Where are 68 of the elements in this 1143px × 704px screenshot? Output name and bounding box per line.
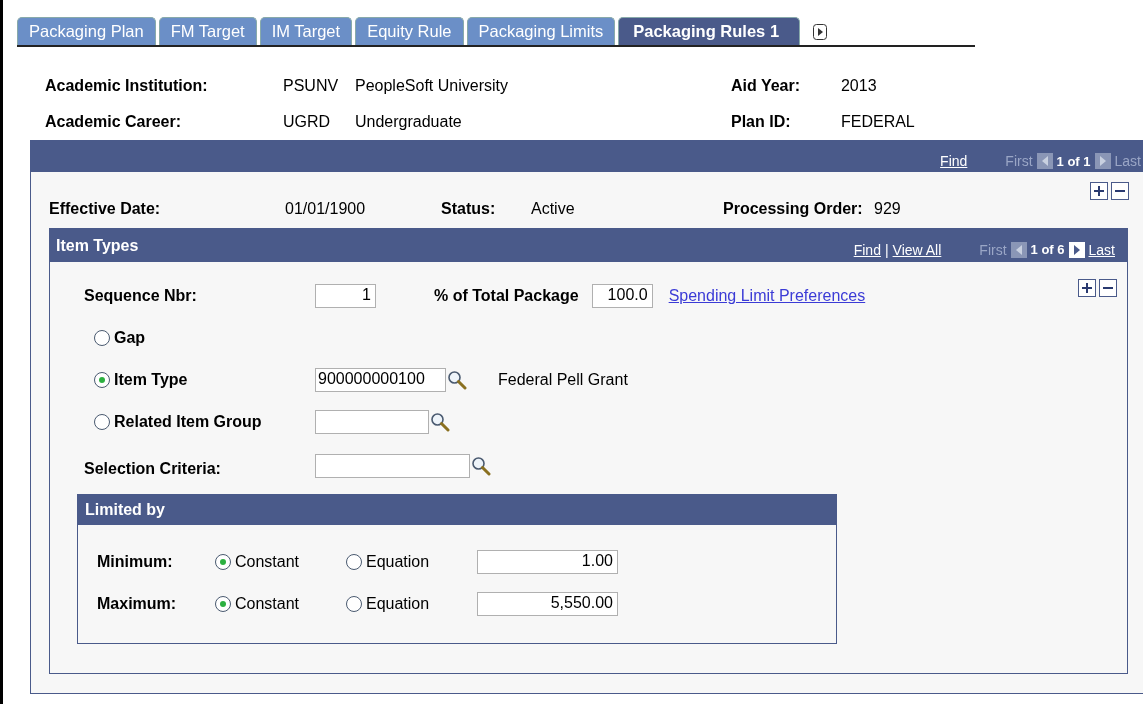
field-label: Minimum: — [97, 553, 174, 571]
input-field[interactable]: 100.0 — [591, 284, 653, 308]
next-icon[interactable] — [1068, 241, 1085, 258]
plus-icon — [1092, 184, 1106, 198]
radio-button[interactable] — [94, 372, 110, 388]
field-value: 01/01/1900 — [285, 200, 367, 218]
field-label: Effective Date: — [49, 200, 162, 218]
add-row-button[interactable] — [1078, 279, 1096, 297]
field-label: Maximum: — [97, 595, 178, 613]
plus-icon — [1080, 281, 1094, 295]
find-link[interactable]: Find — [940, 153, 968, 169]
input-field[interactable] — [315, 454, 470, 478]
field-value: PeopleSoft University — [355, 77, 508, 95]
field-value: UGRD — [283, 113, 332, 131]
first-label: First — [1005, 153, 1033, 169]
radio-label: Equation — [366, 553, 430, 571]
separator: | — [884, 241, 889, 258]
radio-button[interactable] — [94, 330, 110, 346]
field-label: Status: — [441, 200, 497, 218]
field-label: Academic Career: — [45, 113, 183, 131]
page-count: 1 of 1 — [1056, 153, 1091, 169]
field-value: FEDERAL — [840, 113, 915, 131]
input-field[interactable]: 900000000100 — [315, 368, 446, 392]
radio-button[interactable] — [215, 596, 231, 612]
field-label: Aid Year: — [730, 77, 802, 95]
field-label: Plan ID: — [730, 113, 792, 131]
radio-label: Related Item Group — [114, 413, 262, 431]
section-title: Limited by — [85, 501, 165, 519]
tab[interactable]: Packaging Rules 1 — [618, 17, 801, 45]
search-icon[interactable] — [430, 412, 450, 432]
radio-label: Item Type — [114, 371, 188, 389]
spending-limit-link[interactable]: Spending Limit Preferences — [668, 287, 866, 305]
field-value: PSUNV — [283, 77, 340, 95]
input-field[interactable] — [315, 410, 429, 434]
field-value: 929 — [874, 200, 902, 218]
radio-button[interactable] — [346, 596, 362, 612]
radio-label: Constant — [235, 553, 300, 571]
field-label: Processing Order: — [723, 200, 864, 218]
field-value: Active — [531, 200, 576, 218]
search-icon[interactable] — [471, 456, 491, 476]
item-description: Federal Pell Grant — [498, 371, 628, 389]
radio-button[interactable] — [215, 554, 231, 570]
input-field[interactable]: 5,550.00 — [477, 592, 618, 616]
field-label: Academic Institution: — [45, 77, 209, 95]
section-title: Item Types — [56, 236, 139, 255]
field-label: Selection Criteria: — [84, 460, 222, 478]
view-all-link[interactable]: View All — [892, 241, 942, 258]
radio-button[interactable] — [346, 554, 362, 570]
page-count: 1 of 6 — [1030, 242, 1065, 257]
search-icon[interactable] — [447, 370, 467, 390]
last-link: Last — [1114, 153, 1141, 169]
input-field[interactable]: 1.00 — [477, 550, 618, 574]
find-link[interactable]: Find — [853, 241, 881, 258]
delete-row-button[interactable] — [1099, 279, 1117, 297]
radio-label: Constant — [235, 595, 300, 613]
first-label: First — [979, 241, 1007, 258]
field-label: % of Total Package — [434, 287, 579, 305]
add-row-button[interactable] — [1090, 182, 1108, 200]
field-label: Sequence Nbr: — [84, 287, 198, 305]
last-link[interactable]: Last — [1088, 241, 1115, 258]
radio-button[interactable] — [94, 414, 110, 430]
delete-row-button[interactable] — [1111, 182, 1129, 200]
radio-label: Equation — [366, 595, 430, 613]
next-tabs-icon[interactable] — [813, 24, 828, 40]
field-value: 2013 — [840, 77, 877, 95]
input-field[interactable]: 1 — [315, 284, 376, 308]
radio-label: Gap — [114, 329, 146, 347]
field-value: Undergraduate — [355, 113, 462, 131]
